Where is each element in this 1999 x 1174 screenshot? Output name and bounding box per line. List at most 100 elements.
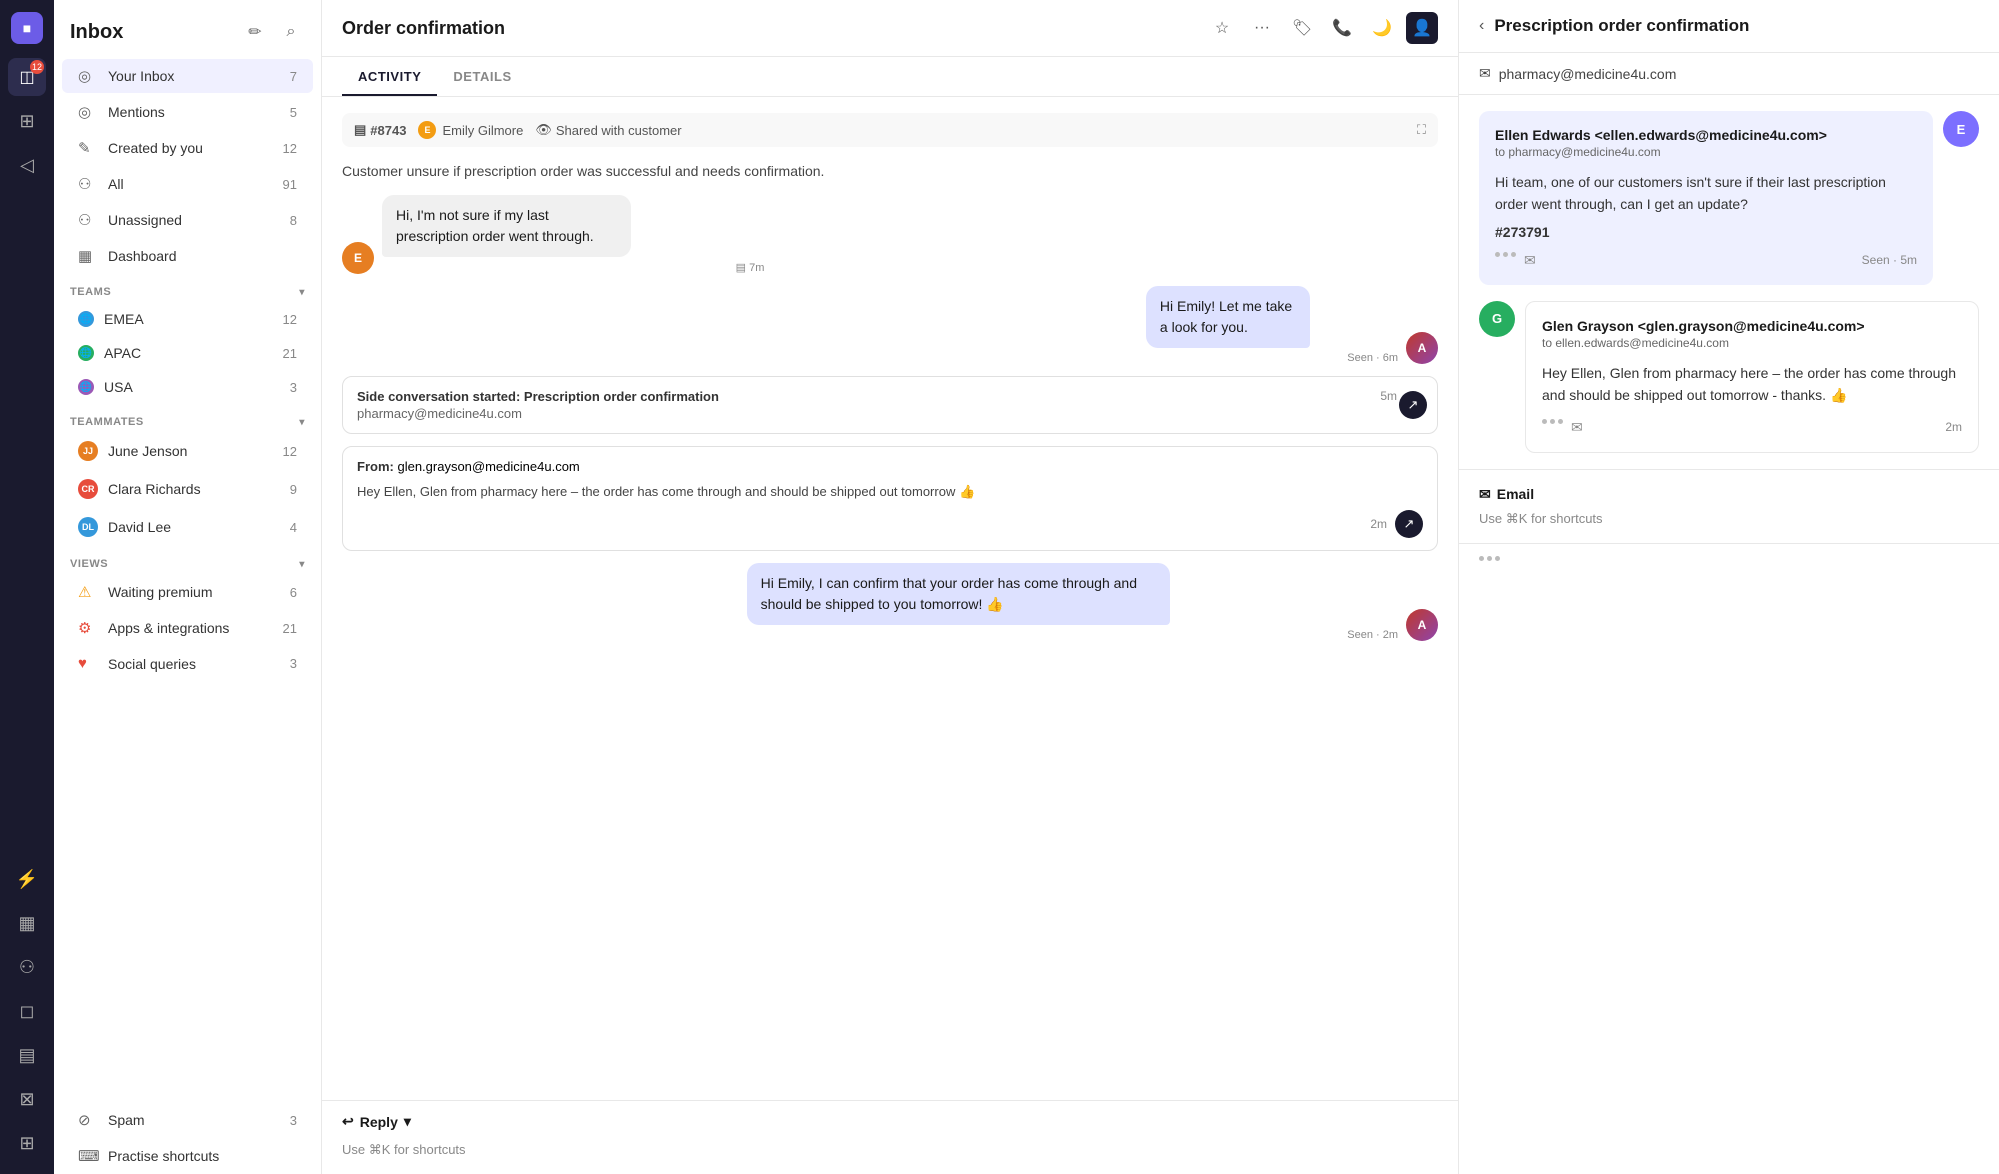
teams-section-header[interactable]: TEAMS ▾: [54, 274, 321, 302]
nav-chart[interactable]: ▦: [8, 904, 46, 942]
sidebar-item-shortcuts[interactable]: ⌨ Practise shortcuts: [62, 1139, 313, 1173]
sidebar-item-count: 7: [290, 69, 297, 84]
all-nav-icon: ⚇: [78, 175, 98, 193]
more-button[interactable]: ···: [1246, 12, 1278, 44]
nav-lightning[interactable]: ⚡: [8, 860, 46, 898]
sidebar-item-dashboard[interactable]: ▦ Dashboard: [62, 239, 313, 273]
teammates-section-header[interactable]: TEAMMATES ▾: [54, 404, 321, 432]
sidebar-item-label: Created by you: [108, 140, 283, 156]
sidebar-item-spam[interactable]: ⊘ Spam 3: [62, 1103, 313, 1137]
email-footer: ✉ 2m: [1542, 419, 1962, 436]
david-avatar: DL: [78, 517, 98, 537]
emea-dot: 🌐: [78, 311, 94, 327]
sidebar-item-count: 3: [290, 380, 297, 395]
unassigned-nav-icon: ⚇: [78, 211, 98, 229]
apps-icon: ⚙: [78, 619, 98, 637]
reply-header[interactable]: ↩ Reply ▾: [342, 1113, 1438, 1130]
right-panel-header: ‹ Prescription order confirmation: [1459, 0, 1999, 53]
reply-section-input[interactable]: Use ⌘K for shortcuts: [1479, 511, 1979, 527]
usa-dot: 🌐: [78, 379, 94, 395]
right-panel: ‹ Prescription order confirmation ✉ phar…: [1459, 0, 1999, 1174]
sidebar-item-label: Waiting premium: [108, 584, 290, 600]
sidebar-item-created-by-you[interactable]: ✎ Created by you 12: [62, 131, 313, 165]
sidebar-item-count: 3: [290, 656, 297, 671]
email-section-icon: ✉: [1479, 486, 1491, 503]
sidebar-item-label: David Lee: [108, 519, 290, 535]
sidebar-item-label: USA: [104, 379, 290, 395]
icon-bar: ■ ◫ 12 ⊞ ◁ ⚡ ▦ ⚇ ◻ ▤ ⊠ ⊞: [0, 0, 54, 1174]
expand-button[interactable]: ⛶: [1417, 122, 1426, 138]
email-channel-icon: ✉: [1524, 252, 1536, 269]
back-button[interactable]: ‹: [1479, 17, 1484, 35]
side-conv-arrow[interactable]: ↗: [1399, 391, 1427, 419]
views-section-header[interactable]: VIEWS ▾: [54, 546, 321, 574]
sidebar-item-social-queries[interactable]: ♥ Social queries 3: [62, 647, 313, 680]
sidebar-item-count: 12: [283, 444, 297, 459]
views-chevron: ▾: [299, 559, 305, 570]
teams-chevron: ▾: [299, 287, 305, 298]
email-ref: #273791: [1495, 224, 1917, 240]
eye-icon: 👁: [535, 122, 552, 138]
sidebar-item-your-inbox[interactable]: ◎ Your Inbox 7: [62, 59, 313, 93]
side-conv-email: pharmacy@medicine4u.com: [357, 406, 1423, 421]
nav-chat[interactable]: ◻: [8, 992, 46, 1030]
sidebar-item-david-lee[interactable]: DL David Lee 4: [62, 509, 313, 545]
email-row: G Glen Grayson <glen.grayson@medicine4u.…: [1479, 301, 1979, 453]
assign-button[interactable]: 👤: [1406, 12, 1438, 44]
message-time: Seen · 2m: [747, 629, 1398, 641]
assignee-avatar: E: [418, 121, 436, 139]
reply-input[interactable]: Use ⌘K for shortcuts: [342, 1138, 1438, 1162]
nav-cart[interactable]: ⊠: [8, 1080, 46, 1118]
tab-details[interactable]: DETAILS: [437, 57, 527, 96]
forward-arrow[interactable]: ↗: [1395, 510, 1423, 538]
compose-icon[interactable]: ✏: [241, 18, 269, 46]
nav-grid[interactable]: ⊞: [8, 1124, 46, 1162]
right-panel-title: Prescription order confirmation: [1494, 16, 1749, 36]
sidebar-item-waiting-premium[interactable]: ⚠ Waiting premium 6: [62, 575, 313, 609]
message-row: E Hi, I'm not sure if my last prescripti…: [342, 195, 1438, 274]
sidebar-item-mentions[interactable]: ◎ Mentions 5: [62, 95, 313, 129]
phone-button[interactable]: 📞: [1326, 12, 1358, 44]
sidebar-item-all[interactable]: ⚇ All 91: [62, 167, 313, 201]
nav-inbox[interactable]: ◫ 12: [8, 58, 46, 96]
nav-send[interactable]: ◁: [8, 146, 46, 184]
agent-avatar: A: [1406, 332, 1438, 364]
sidebar-item-june-jenson[interactable]: JJ June Jenson 12: [62, 433, 313, 469]
loading-dots: [1542, 419, 1563, 436]
message-time: Seen · 6m: [1146, 352, 1398, 364]
inbox-badge: 12: [30, 60, 44, 74]
sidebar-item-apac[interactable]: 🌐 APAC 21: [62, 337, 313, 369]
sidebar-item-unassigned[interactable]: ⚇ Unassigned 8: [62, 203, 313, 237]
snooze-button[interactable]: 🌙: [1366, 12, 1398, 44]
sidebar-item-count: 4: [290, 520, 297, 535]
sidebar-item-count: 6: [290, 585, 297, 600]
email-body: Hey Ellen, Glen from pharmacy here – the…: [1542, 362, 1962, 407]
shortcuts-icon: ⌨: [78, 1147, 98, 1165]
email-to: to pharmacy@medicine4u.com: [1495, 145, 1917, 159]
main-panel: Order confirmation ☆ ··· 🏷 📞 🌙 👤 ACTIVIT…: [322, 0, 1459, 1174]
sidebar-item-clara-richards[interactable]: CR Clara Richards 9: [62, 471, 313, 507]
sidebar-item-emea[interactable]: 🌐 EMEA 12: [62, 303, 313, 335]
sidebar-item-label: Dashboard: [108, 248, 297, 264]
reply-email-card: Glen Grayson <glen.grayson@medicine4u.co…: [1525, 301, 1979, 453]
tag-button[interactable]: 🏷: [1286, 12, 1318, 44]
channel-icon: ▤: [736, 262, 746, 274]
message-bubble: Hi Emily! Let me take a look for you.: [1146, 286, 1310, 348]
june-avatar: JJ: [78, 441, 98, 461]
search-icon[interactable]: ⌕: [277, 18, 305, 46]
sidebar-item-apps-integrations[interactable]: ⚙ Apps & integrations 21: [62, 611, 313, 645]
nav-book[interactable]: ▤: [8, 1036, 46, 1074]
message-bubble-wrapper: Hi, I'm not sure if my last prescription…: [382, 195, 764, 274]
sidebar-item-count: 21: [283, 621, 297, 636]
star-button[interactable]: ☆: [1206, 12, 1238, 44]
header-actions: ☆ ··· 🏷 📞 🌙 👤: [1206, 12, 1438, 44]
app-logo[interactable]: ■: [11, 12, 43, 44]
sidebar-item-label: Social queries: [108, 656, 290, 672]
sender-avatar: E: [342, 242, 374, 274]
sidebar-item-usa[interactable]: 🌐 USA 3: [62, 371, 313, 403]
sidebar-item-label: Practise shortcuts: [108, 1148, 297, 1164]
tab-activity[interactable]: ACTIVITY: [342, 57, 437, 96]
nav-people[interactable]: ⚇: [8, 948, 46, 986]
nav-layers[interactable]: ⊞: [8, 102, 46, 140]
reply-chevron: ▾: [404, 1113, 411, 1130]
